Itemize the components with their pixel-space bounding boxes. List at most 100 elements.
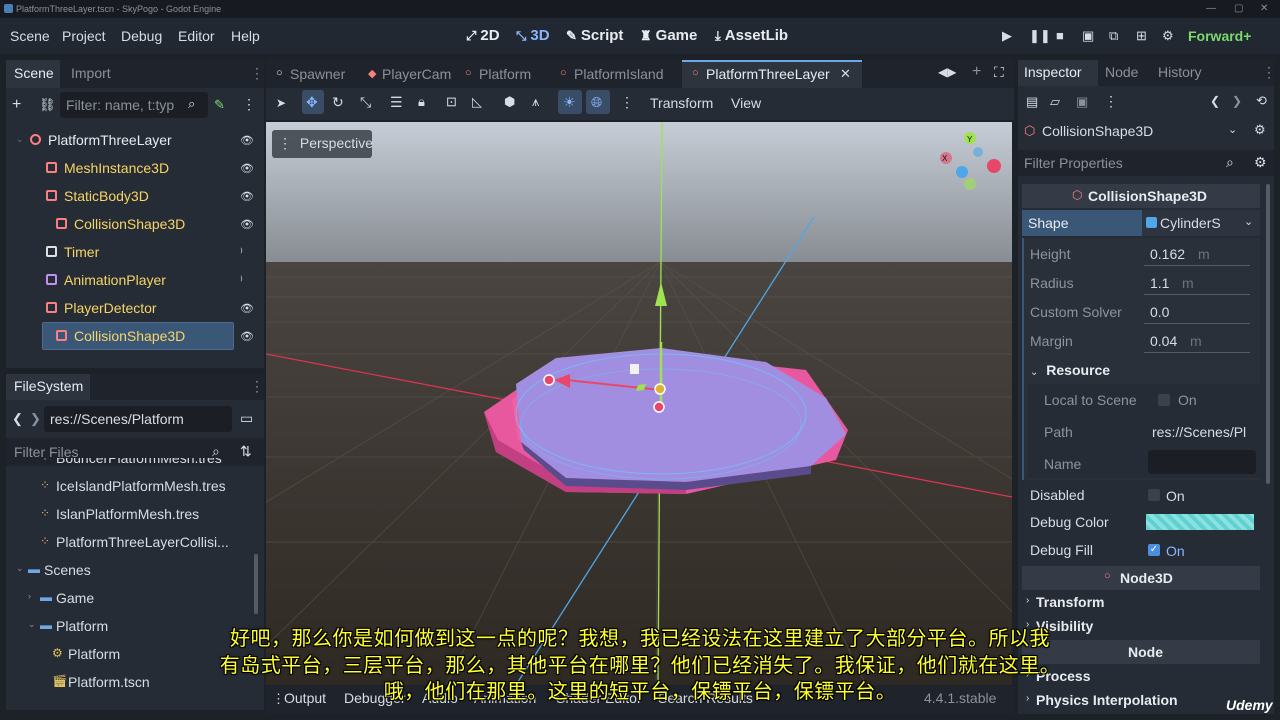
maximize-icon[interactable]: ▢: [1234, 3, 1243, 14]
save-resource-icon[interactable]: ▣: [1076, 94, 1088, 110]
signal-icon[interactable]: ⁾: [240, 246, 243, 259]
filesystem-item[interactable]: ⌄ ▬ Scenes: [6, 556, 254, 584]
3d-viewport[interactable]: Y X ⋮ Perspective: [266, 122, 1012, 685]
scene-tab[interactable]: ○ Platform: [455, 60, 550, 88]
tab-history[interactable]: History: [1158, 64, 1202, 80]
signal-icon[interactable]: ⁾: [240, 274, 243, 287]
property-spinbox[interactable]: 1.1 m: [1144, 271, 1250, 295]
filesystem-item[interactable]: ⁘ IslanPlatformMesh.tres: [6, 500, 254, 528]
inspector-section-transform[interactable]: › Transform: [1022, 590, 1260, 614]
menu-debug[interactable]: Debug: [121, 28, 162, 44]
filesystem-item[interactable]: ⁘ BouncerPlatformMesh.tres: [6, 458, 254, 472]
expand-icon[interactable]: ⌄: [16, 563, 24, 574]
disabled-checkbox[interactable]: [1148, 489, 1160, 501]
scene-tree-item[interactable]: StaticBody3D 👁︎: [6, 182, 264, 210]
remote-debug-icon[interactable]: ⚙: [1162, 28, 1174, 44]
workspace-assetlib[interactable]: ⤓ AssetLib: [715, 27, 788, 44]
scene-tree-item[interactable]: AnimationPlayer ⁾: [6, 266, 264, 294]
stop-icon[interactable]: ■: [1056, 28, 1064, 43]
play-scene-icon[interactable]: ▣: [1082, 28, 1094, 44]
workspace-2d[interactable]: ⤢ 2D: [466, 27, 500, 44]
add-node-icon[interactable]: +: [12, 96, 21, 114]
visibility-eye-icon[interactable]: 👁︎: [240, 134, 254, 147]
dock-menu-icon[interactable]: ⋮: [1262, 64, 1276, 81]
play-custom-icon[interactable]: ⧉: [1109, 28, 1118, 44]
visibility-eye-icon[interactable]: 👁︎: [240, 218, 254, 231]
forward-arrow-icon[interactable]: ❯: [30, 411, 41, 427]
name-field[interactable]: [1148, 450, 1256, 474]
dock-menu-icon[interactable]: ⋮: [250, 378, 264, 395]
debug-fill-checkbox[interactable]: ✓: [1148, 544, 1160, 556]
open-resource-icon[interactable]: ▱: [1050, 94, 1060, 110]
sun-preview-icon[interactable]: ☀: [563, 94, 576, 111]
split-view-icon[interactable]: ▭: [240, 410, 253, 427]
filesystem-path-field[interactable]: res://Scenes/Platform: [44, 406, 232, 432]
perspective-menu[interactable]: ⋮ Perspective: [278, 135, 373, 152]
workspace-3d[interactable]: ⤡ 3D: [516, 27, 550, 44]
scale-tool-icon[interactable]: ⤡: [360, 94, 371, 111]
visibility-eye-icon[interactable]: 👁︎: [240, 162, 254, 175]
new-resource-icon[interactable]: ▤: [1026, 94, 1038, 110]
scene-tree-item[interactable]: Timer ⁾: [6, 238, 264, 266]
scene-tab[interactable]: ○ PlatformThreeLayer ✕: [682, 60, 862, 88]
shape-resource-picker[interactable]: CylinderS ⌄: [1142, 210, 1260, 236]
scene-tab[interactable]: ○ PlatformIsland: [550, 60, 682, 88]
menu-help[interactable]: Help: [231, 28, 260, 44]
scene-tab[interactable]: ◆ PlayerCam: [358, 60, 455, 88]
ruler-icon[interactable]: ◺: [472, 94, 482, 110]
workspace-game[interactable]: ♜ Game: [640, 27, 697, 44]
workspace-script[interactable]: ✎ Script: [566, 27, 623, 44]
viewport-more-icon[interactable]: ⋮: [620, 94, 634, 111]
tab-import[interactable]: Import: [71, 65, 111, 81]
object-selector[interactable]: ⬡ CollisionShape3D ⌄ ⚙: [1018, 118, 1274, 144]
tab-scene[interactable]: Scene: [14, 65, 54, 81]
resource-section[interactable]: ⌄ Resource: [1030, 362, 1110, 378]
environment-preview-icon[interactable]: 🌐︎: [591, 94, 602, 111]
distraction-free-icon[interactable]: ⛶: [994, 64, 1004, 81]
radius-handle-center[interactable]: [653, 401, 665, 413]
link-icon[interactable]: ⛓: [39, 97, 56, 113]
scroll-tabs-icon[interactable]: ◀▶: [938, 65, 956, 79]
snap-icon[interactable]: ⩚: [532, 94, 539, 110]
scale-handle[interactable]: [630, 364, 639, 374]
menu-project[interactable]: Project: [62, 28, 106, 44]
visibility-eye-icon[interactable]: 👁︎: [240, 302, 254, 315]
history-forward-icon[interactable]: ❯: [1232, 94, 1242, 108]
filesystem-item[interactable]: ⁘ IceIslandPlatformMesh.tres: [6, 472, 254, 500]
dock-menu-icon[interactable]: ⋮: [250, 65, 264, 82]
filter-properties-field[interactable]: Filter Properties ⌕ ⚙: [1018, 150, 1274, 176]
tab-inspector[interactable]: Inspector: [1024, 64, 1082, 80]
close-window-icon[interactable]: ✕: [1260, 3, 1268, 14]
scene-tree-item[interactable]: PlayerDetector 👁︎: [6, 294, 264, 322]
script-attach-icon[interactable]: ✎: [214, 97, 225, 113]
scene-tree-item[interactable]: CollisionShape3D 👁︎: [6, 322, 264, 350]
select-tool-icon[interactable]: ➤: [276, 96, 286, 110]
property-spinbox[interactable]: 0.162 m: [1144, 242, 1250, 266]
add-tab-icon[interactable]: +: [972, 63, 981, 81]
back-arrow-icon[interactable]: ❮: [12, 411, 23, 427]
filesystem-scrollbar[interactable]: [254, 554, 258, 614]
scene-tree-item[interactable]: ⌄ PlatformThreeLayer 👁︎: [6, 126, 264, 154]
scene-tree-item[interactable]: MeshInstance3D 👁︎: [6, 154, 264, 182]
debug-color-swatch[interactable]: [1146, 514, 1254, 530]
menu-scene[interactable]: Scene: [10, 28, 50, 44]
tab-node[interactable]: Node: [1105, 64, 1138, 80]
property-settings-icon[interactable]: ⚙: [1254, 154, 1267, 171]
movie-maker-icon[interactable]: ⊞: [1136, 28, 1147, 44]
scene-tab[interactable]: ○ Spawner: [266, 60, 358, 88]
history-back-icon[interactable]: ❮: [1210, 94, 1220, 108]
minimize-icon[interactable]: —: [1206, 3, 1216, 14]
lock-icon[interactable]: 🔒︎: [418, 94, 425, 110]
tab-filesystem[interactable]: FileSystem: [14, 378, 83, 394]
filesystem-item[interactable]: › ▬ Game: [6, 584, 254, 612]
inspector-scrollbar[interactable]: [1266, 184, 1270, 484]
menu-editor[interactable]: Editor: [178, 28, 215, 44]
expand-icon[interactable]: ›: [28, 591, 31, 601]
property-spinbox[interactable]: 0.04 m: [1144, 329, 1250, 353]
list-select-icon[interactable]: ☰: [390, 94, 403, 111]
path-value[interactable]: res://Scenes/Pl: [1152, 424, 1246, 440]
scene-menu-icon[interactable]: ⋮: [242, 96, 256, 113]
resource-menu-icon[interactable]: ⋮: [1104, 93, 1118, 110]
group-icon[interactable]: ⊡: [446, 94, 457, 110]
pause-icon[interactable]: ❚❚: [1029, 28, 1051, 44]
